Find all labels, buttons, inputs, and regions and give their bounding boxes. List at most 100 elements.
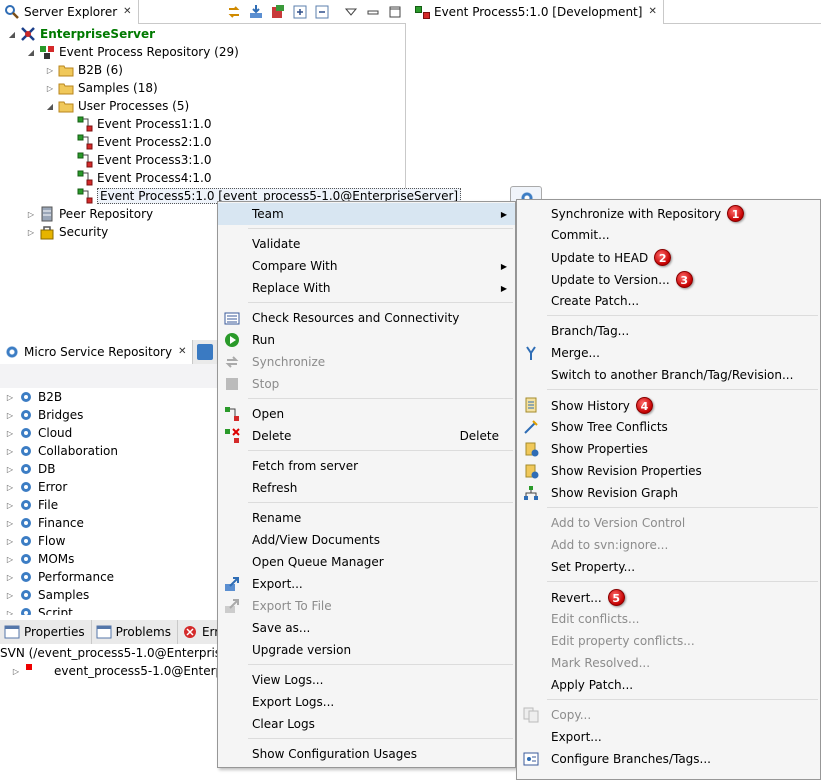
menu-item-open-queue-manager[interactable]: Open Queue Manager [218,551,515,573]
menu-item-show-tree-conflicts[interactable]: Show Tree Conflicts [517,416,820,438]
menu-item-branch-tag[interactable]: Branch/Tag... [517,320,820,342]
menu-item-commit[interactable]: Commit... [517,224,820,246]
tree-item[interactable]: ▷ B2B (6) [44,61,123,79]
menu-item-show-history[interactable]: Show History 4 [517,394,820,416]
menu-item-check-resources-and-connectivity[interactable]: Check Resources and Connectivity [218,307,515,329]
micro-service-item[interactable]: ▷ Script [4,604,73,615]
tree-item[interactable]: ◢ EnterpriseServer [6,25,155,43]
menu-item-clear-logs[interactable]: Clear Logs [218,713,515,735]
menu-item-add-to-version-control[interactable]: Add to Version Control [517,512,820,534]
expand-toggle-icon[interactable]: ◢ [6,30,18,39]
expand-toggle-icon[interactable]: ▷ [4,591,16,600]
menu-item-stop[interactable]: Stop [218,373,515,395]
tree-item[interactable]: ▷ Samples (18) [44,79,158,97]
expand-toggle-icon[interactable]: ▷ [4,429,16,438]
expand-toggle-icon[interactable]: ▷ [44,84,56,93]
expand-toggle-icon[interactable]: ▷ [4,465,16,474]
tree-item[interactable]: Event Process1:1.0 [63,115,211,133]
close-icon[interactable]: ✕ [648,6,656,17]
menu-item-upgrade-version[interactable]: Upgrade version [218,639,515,661]
menu-item-update-to-head[interactable]: Update to HEAD 2 [517,246,820,268]
expand-toggle-icon[interactable]: ▷ [4,393,16,402]
expand-toggle-icon[interactable]: ▷ [25,210,37,219]
menu-item-update-to-version[interactable]: Update to Version... 3 [517,268,820,290]
expand-toggle-icon[interactable]: ◢ [44,102,56,111]
expand-toggle-icon[interactable]: ▷ [25,228,37,237]
svn-tree-row[interactable]: ▷ event_process5-1.0@Enterprise [10,664,245,678]
menu-item-run[interactable]: Run [218,329,515,351]
maximize-icon[interactable] [387,4,403,20]
menu-item-add-view-documents[interactable]: Add/View Documents [218,529,515,551]
menu-item-show-properties[interactable]: Show Properties [517,438,820,460]
tree-item[interactable]: Event Process3:1.0 [63,151,211,169]
micro-service-item[interactable]: ▷ Collaboration [4,442,118,460]
view-menu-icon[interactable] [343,4,359,20]
menu-item-show-revision-properties[interactable]: Show Revision Properties [517,460,820,482]
micro-service-item[interactable]: ▷ Bridges [4,406,83,424]
tab-micro-service-repository[interactable]: Micro Service Repository ✕ [0,340,194,364]
expand-toggle-icon[interactable]: ▷ [4,447,16,456]
menu-item-copy[interactable]: Copy... [517,704,820,726]
minimize-icon[interactable] [365,4,381,20]
menu-item-edit-property-conflicts[interactable]: Edit property conflicts... [517,630,820,652]
tab-server-explorer[interactable]: Server Explorer ✕ [0,0,139,24]
micro-service-item[interactable]: ▷ Samples [4,586,89,604]
micro-service-item[interactable]: ▷ DB [4,460,56,478]
menu-item-fetch-from-server[interactable]: Fetch from server [218,455,515,477]
menu-item-replace-with[interactable]: Replace With ▶ [218,277,515,299]
menu-item-export-logs[interactable]: Export Logs... [218,691,515,713]
micro-service-item[interactable]: ▷ Performance [4,568,114,586]
expand-toggle-icon[interactable]: ▷ [4,537,16,546]
tab-connections[interactable]: Co [193,340,218,364]
menu-item-switch-to-another-branch-tag-revision[interactable]: Switch to another Branch/Tag/Revision... [517,364,820,386]
menu-item-show-revision-graph[interactable]: Show Revision Graph [517,482,820,504]
tree-item[interactable]: Event Process2:1.0 [63,133,211,151]
micro-service-item[interactable]: ▷ B2B [4,388,62,406]
expand-toggle-icon[interactable]: ▷ [4,573,16,582]
menu-item-synchronize-with-repository[interactable]: Synchronize with Repository 1 [517,202,820,224]
deploy-icon[interactable] [270,4,286,20]
menu-item-rename[interactable]: Rename [218,507,515,529]
menu-item-validate[interactable]: Validate [218,233,515,255]
expand-toggle-icon[interactable]: ▷ [4,555,16,564]
menu-item-open[interactable]: Open [218,403,515,425]
menu-item-apply-patch[interactable]: Apply Patch... [517,674,820,696]
micro-service-item[interactable]: ▷ Finance [4,514,84,532]
menu-item-refresh[interactable]: Refresh [218,477,515,499]
micro-service-item[interactable]: ▷ Cloud [4,424,72,442]
tree-item[interactable]: ▷ Peer Repository [25,205,153,223]
expand-toggle-icon[interactable]: ▷ [4,501,16,510]
menu-item-edit-conflicts[interactable]: Edit conflicts... [517,608,820,630]
menu-item-mark-resolved[interactable]: Mark Resolved... [517,652,820,674]
micro-service-item[interactable]: ▷ MOMs [4,550,74,568]
link-with-editor-icon[interactable] [226,4,242,20]
menu-item-export[interactable]: Export... [218,573,515,595]
micro-service-item[interactable]: ▷ File [4,496,58,514]
expand-toggle-icon[interactable]: ▷ [4,609,16,616]
menu-item-delete[interactable]: Delete Delete [218,425,515,447]
tab-problems[interactable]: Problems [91,619,178,644]
micro-service-item[interactable]: ▷ Error [4,478,67,496]
menu-item-compare-with[interactable]: Compare With ▶ [218,255,515,277]
micro-service-item[interactable]: ▷ Flow [4,532,65,550]
menu-item-synchronize[interactable]: Synchronize [218,351,515,373]
menu-item-add-to-svn-ignore[interactable]: Add to svn:ignore... [517,534,820,556]
expand-toggle-icon[interactable]: ◢ [25,48,37,57]
tree-item[interactable]: ◢ User Processes (5) [44,97,189,115]
menu-item-set-property[interactable]: Set Property... [517,556,820,578]
menu-item-create-patch[interactable]: Create Patch... [517,290,820,312]
menu-item-export-to-file[interactable]: Export To File [218,595,515,617]
menu-item-team[interactable]: Team ▶ [218,203,515,225]
menu-item-merge[interactable]: Merge... [517,342,820,364]
menu-item-revert[interactable]: Revert... 5 [517,586,820,608]
close-icon[interactable]: ✕ [123,6,131,17]
expand-toggle-icon[interactable]: ▷ [44,66,56,75]
tree-item[interactable]: Event Process4:1.0 [63,169,211,187]
menu-item-configure-branches-tags[interactable]: Configure Branches/Tags... [517,748,820,770]
tab-event-process5[interactable]: Event Process5:1.0 [Development] ✕ [410,0,664,24]
collapse-all-icon[interactable] [314,4,330,20]
expand-toggle-icon[interactable]: ▷ [10,667,22,676]
tree-item[interactable]: ▷ Security [25,223,108,241]
import-icon[interactable] [248,4,264,20]
menu-item-save-as[interactable]: Save as... [218,617,515,639]
